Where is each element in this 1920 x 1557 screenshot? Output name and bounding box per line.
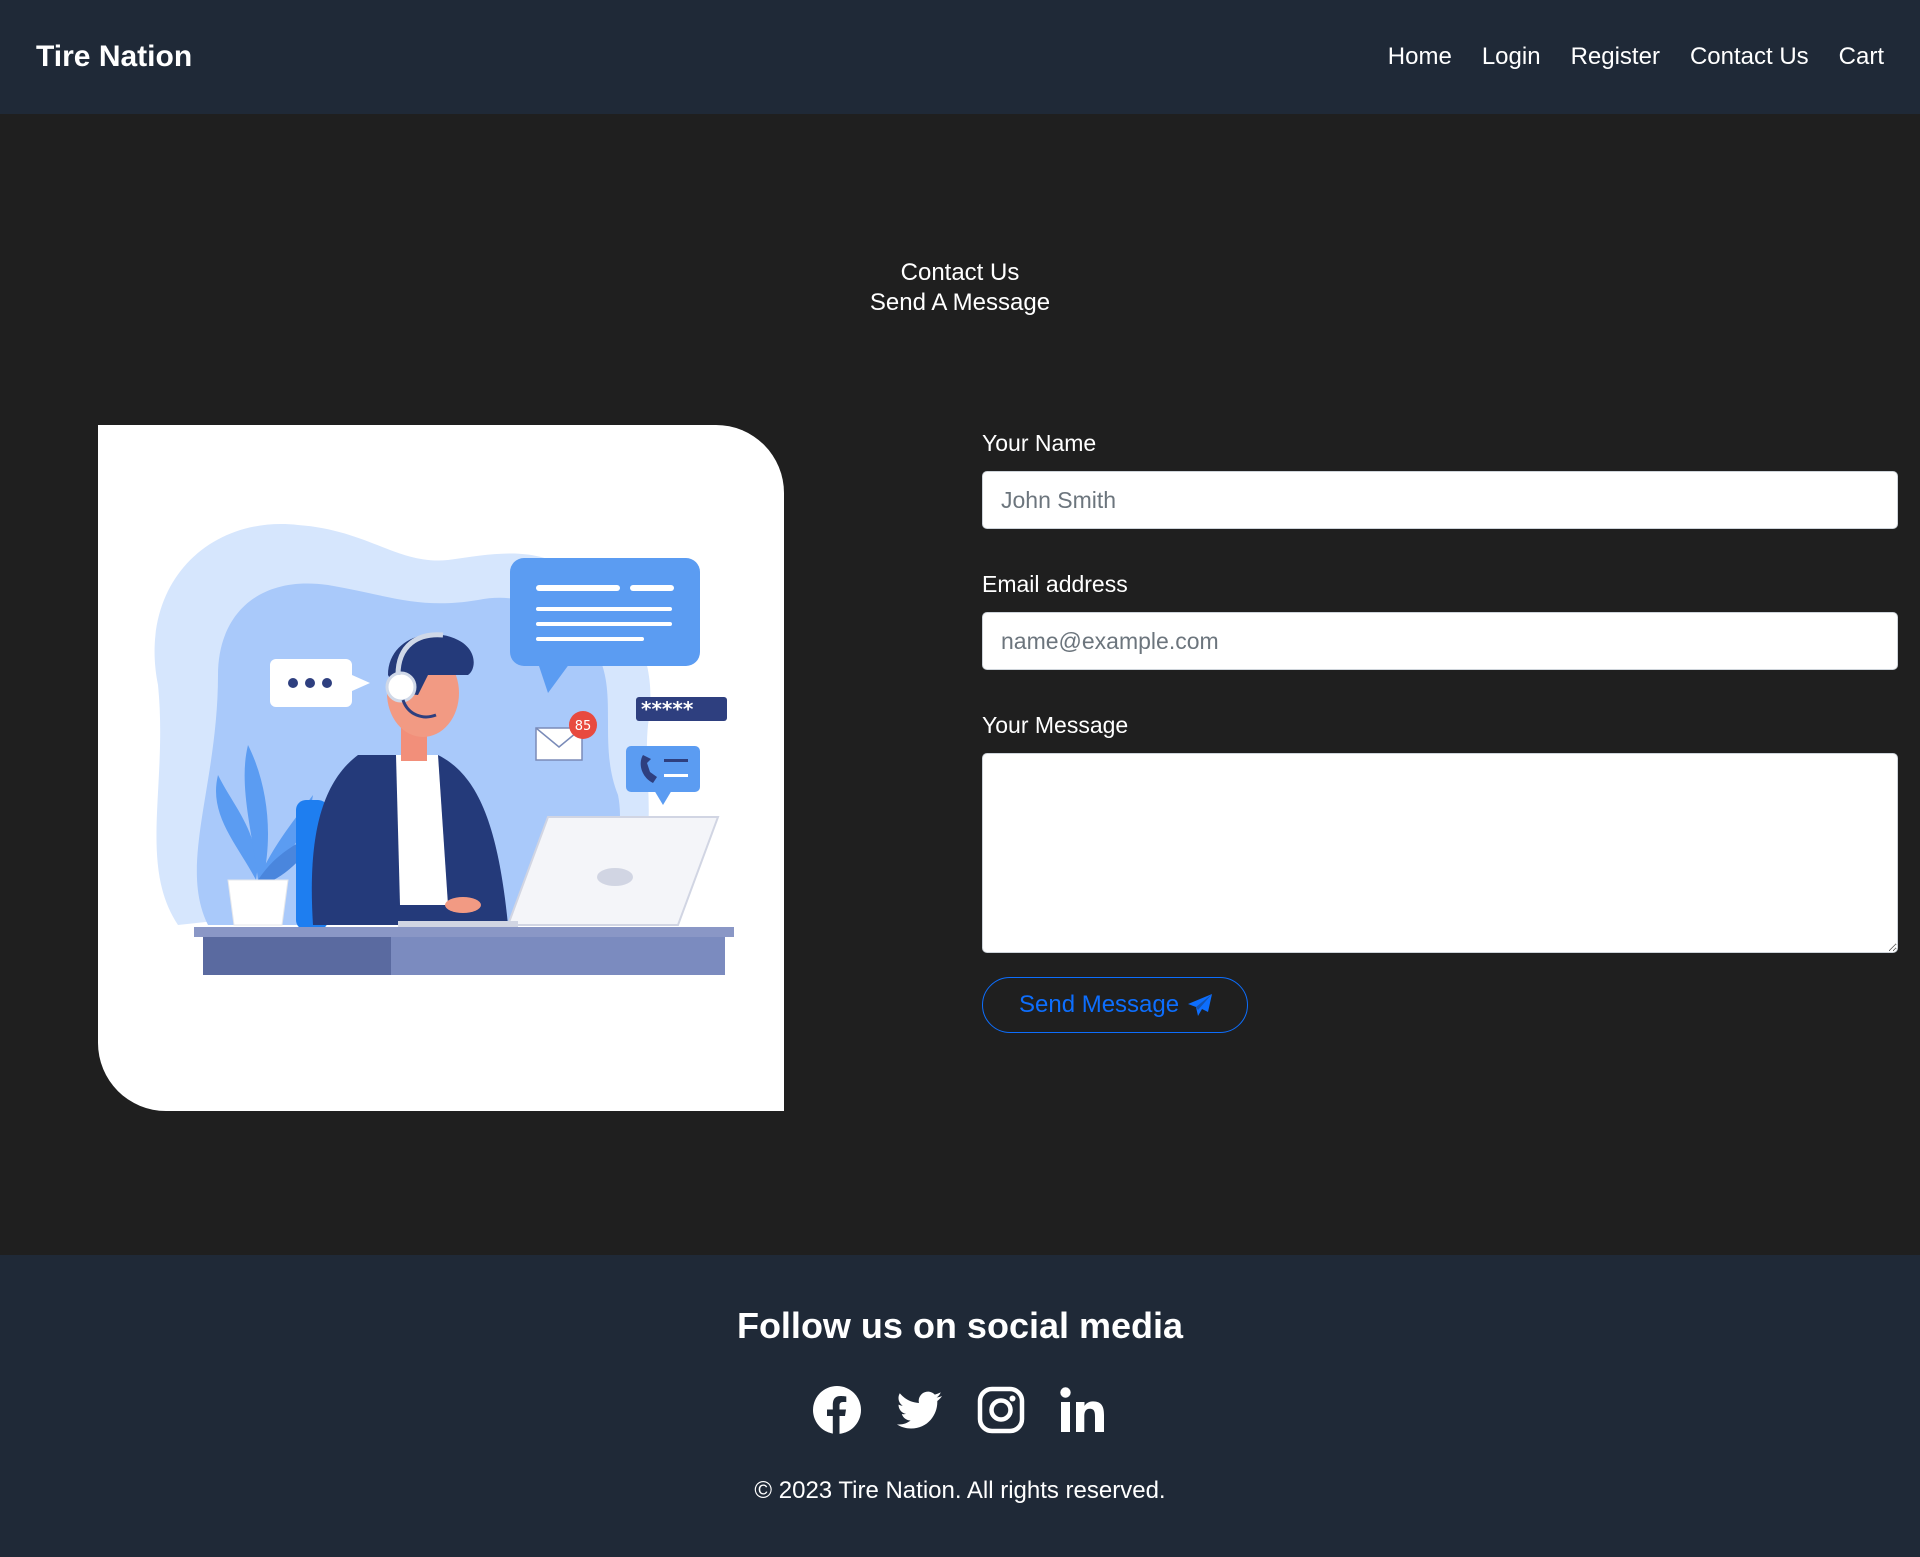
navbar: Tire Nation Home Login Register Contact … — [0, 0, 1920, 114]
send-message-label: Send Message — [1019, 991, 1180, 1018]
twitter-icon[interactable] — [894, 1385, 944, 1435]
nav-link-cart[interactable]: Cart — [1824, 43, 1884, 71]
instagram-icon[interactable] — [976, 1385, 1026, 1435]
nav-link-register[interactable]: Register — [1556, 43, 1675, 71]
page-subtitle: Send A Message — [869, 289, 1051, 316]
email-field[interactable] — [982, 612, 1898, 670]
nav-link-login[interactable]: Login — [1467, 43, 1556, 71]
notification-badge-count: 85 — [575, 719, 592, 734]
page-title: Contact Us — [900, 259, 1020, 286]
nav-link-home[interactable]: Home — [1373, 43, 1467, 71]
customer-support-illustration: ***** 85 — [154, 524, 734, 975]
footer: Follow us on social media © 2023 Tire Na… — [0, 1255, 1920, 1557]
name-field[interactable] — [982, 471, 1898, 529]
nav-links: Home Login Register Contact Us Cart — [1373, 43, 1884, 71]
nav-link-contact-us[interactable]: Contact Us — [1675, 43, 1824, 71]
password-mask-text: ***** — [641, 697, 694, 721]
send-message-button[interactable]: Send Message — [982, 977, 1249, 1033]
email-label: Email address — [982, 571, 1128, 597]
footer-heading: Follow us on social media — [736, 1305, 1184, 1346]
message-textarea[interactable] — [982, 753, 1898, 953]
section-title: Contact Us Send A Message — [0, 258, 1920, 318]
social-links — [0, 1385, 1920, 1435]
message-label: Your Message — [982, 712, 1129, 738]
name-label: Your Name — [982, 430, 1097, 456]
paper-plane-icon — [1188, 994, 1213, 1016]
contact-illustration-card: ***** 85 — [98, 425, 784, 1111]
copyright-text: © 2023 Tire Nation. All rights reserved. — [754, 1477, 1166, 1504]
brand-logo[interactable]: Tire Nation — [36, 40, 192, 74]
linkedin-icon[interactable] — [1058, 1385, 1108, 1435]
facebook-icon[interactable] — [812, 1385, 862, 1435]
contact-form: Your Name Email address Your Message Sen… — [982, 430, 1898, 1033]
